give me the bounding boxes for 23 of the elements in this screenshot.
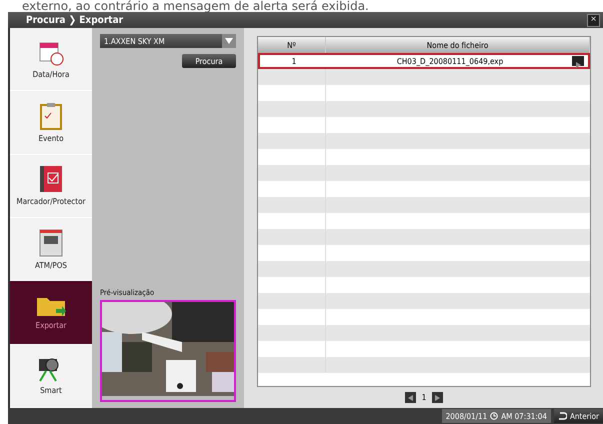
left-arrow-icon: [408, 394, 413, 400]
caret-icon: [225, 38, 233, 44]
clipboard-icon: [38, 102, 64, 130]
back-button[interactable]: Anterior: [554, 409, 603, 423]
page-number: 1: [422, 393, 426, 402]
right-arrow-icon: [435, 394, 440, 400]
close-button[interactable]: ×: [587, 14, 600, 26]
time-text: AM 07:31:04: [501, 412, 547, 420]
file-row[interactable]: 1 CH03_D_20080111_0649,exp: [258, 53, 590, 69]
checkbox-book-icon: [39, 165, 63, 194]
next-page-button[interactable]: [432, 392, 444, 403]
play-button[interactable]: [572, 56, 584, 66]
calendar-icon: [38, 40, 64, 66]
window-title: Procura ❯ Exportar: [26, 14, 124, 26]
date-text: 2008/01/11: [446, 412, 488, 420]
device-dropdown[interactable]: 1.AXXEN SKY XM: [100, 34, 236, 48]
table-cell-text: 1: [290, 56, 298, 66]
clock-icon: [490, 412, 498, 420]
previous-page-button[interactable]: [404, 392, 416, 403]
table-cell-text: CH03_D_20080111_0649,exp: [396, 56, 504, 66]
search-button[interactable]: Procura: [182, 54, 236, 68]
sidebar-item[interactable]: Exportar: [10, 281, 92, 345]
atm-icon: [39, 228, 63, 257]
